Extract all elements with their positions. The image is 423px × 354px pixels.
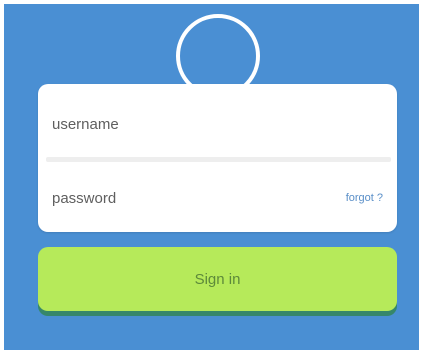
signin-button[interactable]: Sign in bbox=[38, 247, 397, 311]
login-screen: forgot ? Sign in bbox=[4, 4, 419, 350]
password-row: forgot ? bbox=[38, 158, 397, 232]
username-input[interactable] bbox=[52, 115, 272, 133]
login-card: forgot ? bbox=[38, 84, 397, 232]
password-input[interactable] bbox=[52, 189, 272, 207]
avatar-placeholder-icon bbox=[176, 14, 260, 98]
forgot-password-link[interactable]: forgot ? bbox=[346, 192, 383, 204]
